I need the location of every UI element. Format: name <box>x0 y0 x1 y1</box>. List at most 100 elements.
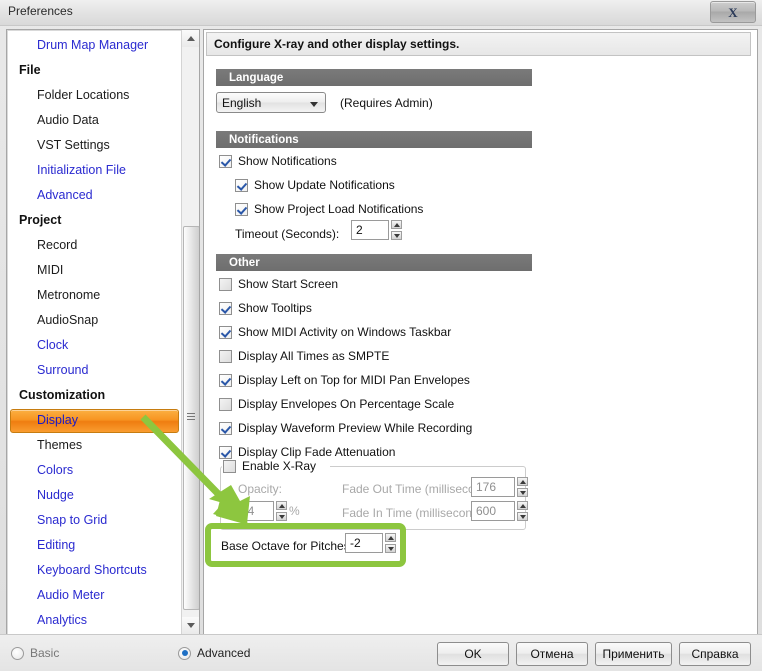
stepper-buttons[interactable] <box>385 533 396 553</box>
sidebar-item-label: VST Settings <box>37 138 110 152</box>
sidebar-item-label: Metronome <box>37 288 101 302</box>
stepper-buttons[interactable] <box>517 477 528 497</box>
checkbox-enable-xray[interactable]: Enable X-Ray <box>223 459 316 473</box>
sidebar-item-label: Colors <box>37 463 74 477</box>
opacity-stepper[interactable]: 14 <box>236 501 287 521</box>
checkbox-icon <box>235 202 248 216</box>
stepper-down-icon[interactable] <box>391 231 402 240</box>
fade-out-input[interactable]: 176 <box>471 477 515 497</box>
checkbox-show-update-notifications[interactable]: Show Update Notifications <box>235 178 395 192</box>
sidebar-item-nudge[interactable]: Nudge <box>7 483 180 508</box>
checkbox-icon <box>219 445 232 459</box>
sidebar-item-audio-meter[interactable]: Audio Meter <box>7 583 180 608</box>
sidebar-item-label: Snap to Grid <box>37 513 108 527</box>
sidebar-item-initialization-file[interactable]: Initialization File <box>7 158 180 183</box>
preferences-category-list[interactable]: Drum Map Manager File Folder Locations Audi… <box>6 29 200 637</box>
scroll-down-icon[interactable] <box>182 617 199 634</box>
sidebar-item-advanced[interactable]: Advanced <box>7 183 180 208</box>
checkbox-show-project-load-notifications[interactable]: Show Project Load Notifications <box>235 202 423 216</box>
checkbox-icon <box>219 397 232 411</box>
checkbox-icon <box>223 459 236 473</box>
stepper-buttons[interactable] <box>517 501 528 521</box>
sidebar-item-metronome[interactable]: Metronome <box>7 283 180 308</box>
sidebar-item-editing[interactable]: Editing <box>7 533 180 558</box>
sidebar-scrollbar[interactable] <box>181 30 199 634</box>
stepper-buttons[interactable] <box>391 220 402 240</box>
sidebar-item-drum-map-manager[interactable]: Drum Map Manager <box>7 33 180 58</box>
opacity-input[interactable]: 14 <box>236 501 274 521</box>
sidebar-item-analytics[interactable]: Analytics <box>7 608 180 633</box>
checkbox-show-midi-activity-on-windows-taskbar[interactable]: Show MIDI Activity on Windows Taskbar <box>219 325 451 339</box>
window-title: Preferences <box>8 4 73 18</box>
checkbox-display-waveform-preview-while-recording[interactable]: Display Waveform Preview While Recording <box>219 421 472 435</box>
checkbox-display-clip-fade-attenuation[interactable]: Display Clip Fade Attenuation <box>219 445 395 459</box>
close-icon: X <box>728 4 738 20</box>
sidebar-items: Drum Map Manager File Folder Locations Audi… <box>7 30 180 633</box>
checkbox-icon <box>219 421 232 435</box>
sidebar-item-label: Customization <box>19 388 106 402</box>
stepper-down-icon[interactable] <box>517 488 528 497</box>
checkbox-display-envelopes-on-percentage-scale[interactable]: Display Envelopes On Percentage Scale <box>219 397 454 411</box>
stepper-up-icon[interactable] <box>391 220 402 229</box>
sidebar-item-label: Audio Data <box>37 113 99 127</box>
checkbox-label: Display All Times as SMPTE <box>238 349 390 363</box>
sidebar-item-label: Drum Map Manager <box>37 38 149 52</box>
stepper-up-icon[interactable] <box>276 501 287 510</box>
fade-in-input[interactable]: 600 <box>471 501 515 521</box>
checkbox-label: Display Left on Top for MIDI Pan Envelop… <box>238 373 470 387</box>
fade-in-label: Fade In Time (milliseconds): <box>342 506 493 520</box>
fade-in-stepper[interactable]: 600 <box>471 501 528 521</box>
stepper-down-icon[interactable] <box>517 512 528 521</box>
checkbox-display-left-on-top-for-midi-pan-envelopes[interactable]: Display Left on Top for MIDI Pan Envelop… <box>219 373 470 387</box>
base-octave-input[interactable]: -2 <box>345 533 383 553</box>
timeout-input[interactable]: 2 <box>351 220 389 240</box>
sidebar-item-record[interactable]: Record <box>7 233 180 258</box>
checkbox-show-tooltips[interactable]: Show Tooltips <box>219 301 312 315</box>
sidebar-item-label: MIDI <box>37 263 64 277</box>
sidebar-item-colors[interactable]: Colors <box>7 458 180 483</box>
sidebar-item-audio-data[interactable]: Audio Data <box>7 108 180 133</box>
sidebar-item-clock[interactable]: Clock <box>7 333 180 358</box>
ok-button[interactable]: OK <box>437 642 509 666</box>
scrollbar-thumb[interactable] <box>183 226 199 610</box>
radio-advanced[interactable]: Advanced <box>178 646 250 660</box>
scrollbar-grip-icon <box>187 413 195 423</box>
checkbox-display-all-times-as-smpte[interactable]: Display All Times as SMPTE <box>219 349 389 363</box>
checkbox-label: Show Start Screen <box>238 277 339 291</box>
help-button[interactable]: Справка <box>679 642 751 666</box>
sidebar-item-vst-settings[interactable]: VST Settings <box>7 133 180 158</box>
scroll-up-icon[interactable] <box>182 30 199 47</box>
radio-basic[interactable]: Basic <box>11 646 59 660</box>
timeout-stepper[interactable]: 2 <box>351 220 402 240</box>
sidebar-item-audiosnap[interactable]: AudioSnap <box>7 308 180 333</box>
sidebar-item-label: AudioSnap <box>37 313 99 327</box>
base-octave-stepper[interactable]: -2 <box>345 533 396 553</box>
sidebar-item-file: File <box>7 58 180 83</box>
stepper-up-icon[interactable] <box>517 501 528 510</box>
sidebar-item-keyboard-shortcuts[interactable]: Keyboard Shortcuts <box>7 558 180 583</box>
sidebar-item-snap-to-grid[interactable]: Snap to Grid <box>7 508 180 533</box>
fade-out-stepper[interactable]: 176 <box>471 477 528 497</box>
cancel-button[interactable]: Отмена <box>516 642 588 666</box>
apply-button[interactable]: Применить <box>595 642 672 666</box>
sidebar-item-themes[interactable]: Themes <box>7 433 180 458</box>
stepper-buttons[interactable] <box>276 501 287 521</box>
checkbox-icon <box>219 301 232 315</box>
stepper-up-icon[interactable] <box>517 477 528 486</box>
sidebar-item-midi[interactable]: MIDI <box>7 258 180 283</box>
sidebar-item-surround[interactable]: Surround <box>7 358 180 383</box>
stepper-down-icon[interactable] <box>276 512 287 521</box>
checkbox-label: Show Tooltips <box>238 301 312 315</box>
stepper-down-icon[interactable] <box>385 544 396 553</box>
sidebar-item-label: Editing <box>37 538 76 552</box>
language-select[interactable]: English <box>216 92 326 113</box>
checkbox-show-notifications[interactable]: Show Notifications <box>219 154 337 168</box>
checkbox-show-start-screen[interactable]: Show Start Screen <box>219 277 338 291</box>
stepper-up-icon[interactable] <box>385 533 396 542</box>
sidebar-item-label: Nudge <box>37 488 74 502</box>
sidebar-item-display[interactable]: Display <box>7 408 180 433</box>
checkbox-icon <box>219 154 232 168</box>
checkbox-label: Display Clip Fade Attenuation <box>238 445 396 459</box>
close-button[interactable]: X <box>710 1 756 23</box>
sidebar-item-folder-locations[interactable]: Folder Locations <box>7 83 180 108</box>
